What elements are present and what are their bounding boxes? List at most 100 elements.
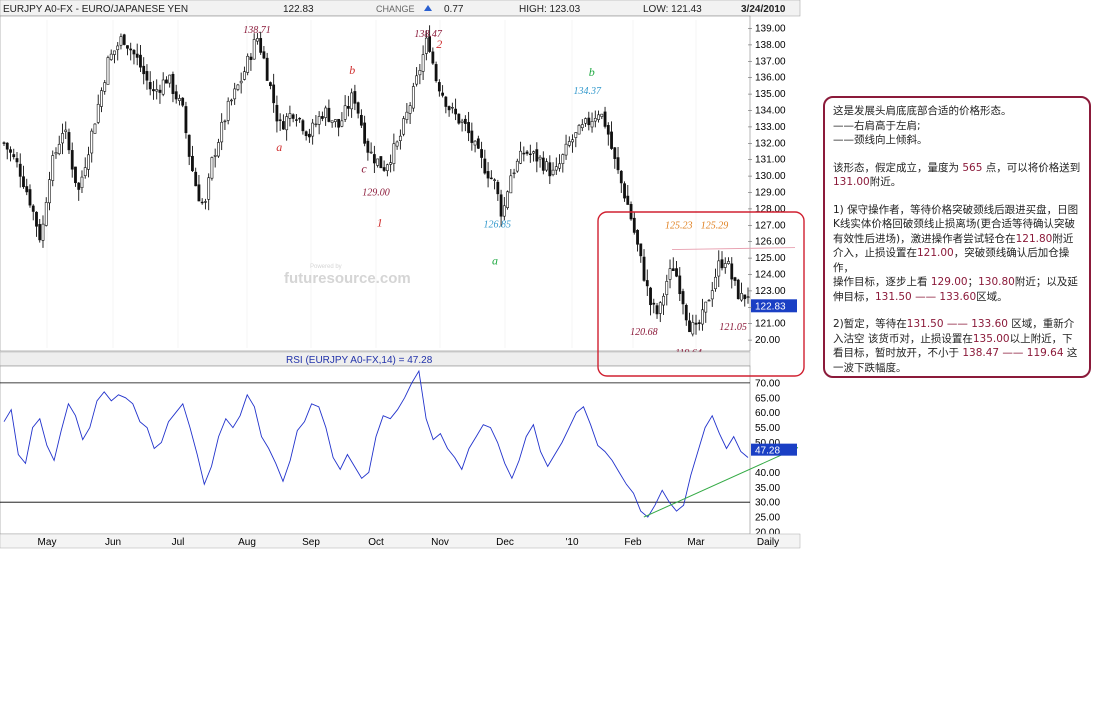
candle-body	[236, 84, 240, 90]
wave-annotation: b	[349, 63, 355, 77]
candle-body	[155, 89, 159, 92]
candle-body	[535, 149, 539, 162]
candle-body	[701, 309, 704, 325]
x-tick-label: Mar	[687, 537, 705, 548]
candle-body	[9, 149, 12, 153]
candle-body	[564, 143, 568, 156]
candle-body	[301, 120, 305, 132]
candle-body	[691, 322, 695, 335]
y-tick-label: 20.00	[755, 335, 780, 346]
candle-body	[486, 171, 490, 179]
rsi-y-tick-label: 65.00	[755, 393, 780, 404]
candle-body	[450, 107, 454, 109]
y-tick-label: 126.00	[755, 237, 786, 248]
candle-body	[483, 158, 487, 174]
candle-body	[320, 116, 324, 119]
candle-body	[220, 121, 224, 143]
candle-body	[603, 111, 607, 127]
candle-body	[171, 73, 175, 94]
rsi-panel	[0, 365, 751, 535]
rsi-y-tick-label: 55.00	[755, 423, 780, 434]
wave-annotation: 2	[436, 37, 442, 51]
candle-body	[548, 162, 552, 177]
candle-body	[675, 268, 678, 277]
wave-annotation: b	[589, 65, 595, 79]
candle-body	[639, 243, 643, 257]
high-label: HIGH: 123.03	[519, 4, 581, 15]
candle-body	[288, 113, 292, 119]
candle-body	[54, 152, 58, 155]
candle-body	[165, 79, 168, 84]
candle-body	[239, 80, 243, 84]
candle-body	[515, 160, 519, 172]
note-text: 操作目标，逐步上看	[833, 276, 931, 288]
change-value: 0.77	[444, 4, 464, 15]
candle-body	[473, 140, 477, 146]
candle-body	[512, 172, 516, 175]
candle-body	[460, 120, 464, 123]
candle-body	[311, 122, 315, 137]
candle-body	[74, 166, 77, 184]
change-label: CHANGE	[376, 4, 415, 14]
candle-body	[252, 39, 256, 60]
candle-body	[57, 143, 61, 155]
candle-body	[616, 157, 620, 171]
candle-body	[369, 151, 373, 154]
candle-body	[109, 53, 113, 60]
candle-body	[366, 140, 370, 153]
candle-body	[200, 201, 204, 204]
note-paragraph-1: 这是发展头肩底底部合适的价格形态。 ——右肩高于左肩; ——颈线向上倾斜。	[833, 104, 1081, 148]
candle-body	[454, 108, 457, 115]
candle-body	[87, 154, 90, 170]
last-price-tag-label: 122.83	[755, 301, 786, 312]
candle-body	[649, 287, 652, 306]
candle-body	[15, 158, 19, 163]
note-number: 131.50 —— 133.60	[875, 290, 977, 303]
candle-body	[204, 201, 207, 203]
candle-body	[80, 176, 84, 188]
note-line: ——右肩高于左肩;	[833, 119, 921, 132]
candle-body	[489, 177, 493, 180]
low-label: LOW: 121.43	[643, 4, 702, 15]
candle-body	[506, 191, 509, 208]
candle-body	[119, 36, 123, 46]
candle-body	[580, 124, 584, 129]
candle-body	[379, 156, 383, 169]
note-number: 121.80	[1015, 232, 1053, 245]
candle-body	[437, 82, 441, 92]
candle-body	[655, 305, 659, 315]
y-tick-label: 132.00	[755, 138, 786, 149]
candle-body	[96, 103, 100, 123]
candle-body	[606, 125, 610, 135]
candle-body	[83, 167, 87, 176]
candle-body	[723, 263, 727, 268]
candle-body	[246, 55, 250, 73]
candle-body	[561, 154, 565, 164]
note-text: 点，可以将价格送到	[985, 161, 1081, 174]
candle-body	[262, 51, 266, 59]
candle-body	[67, 132, 71, 151]
candle-body	[600, 113, 604, 117]
candle-body	[223, 120, 227, 123]
candle-body	[441, 92, 445, 96]
note-number: 130.80	[978, 276, 1015, 288]
candle-body	[174, 91, 178, 100]
candle-body	[291, 114, 295, 119]
candle-body	[356, 102, 360, 114]
candle-body	[408, 105, 412, 114]
candle-body	[736, 279, 740, 300]
candle-body	[298, 117, 302, 120]
candle-body	[717, 260, 721, 277]
wave-annotation: 138.71	[243, 25, 271, 36]
candle-body	[502, 205, 506, 217]
candle-body	[168, 74, 172, 84]
candle-body	[545, 161, 548, 171]
candle-body	[226, 100, 230, 121]
candle-body	[12, 154, 16, 158]
candle-body	[259, 38, 263, 53]
candle-body	[525, 151, 529, 154]
candle-body	[275, 104, 279, 122]
candle-body	[103, 82, 107, 92]
candle-body	[733, 277, 737, 281]
y-tick-label: 128.00	[755, 204, 786, 215]
